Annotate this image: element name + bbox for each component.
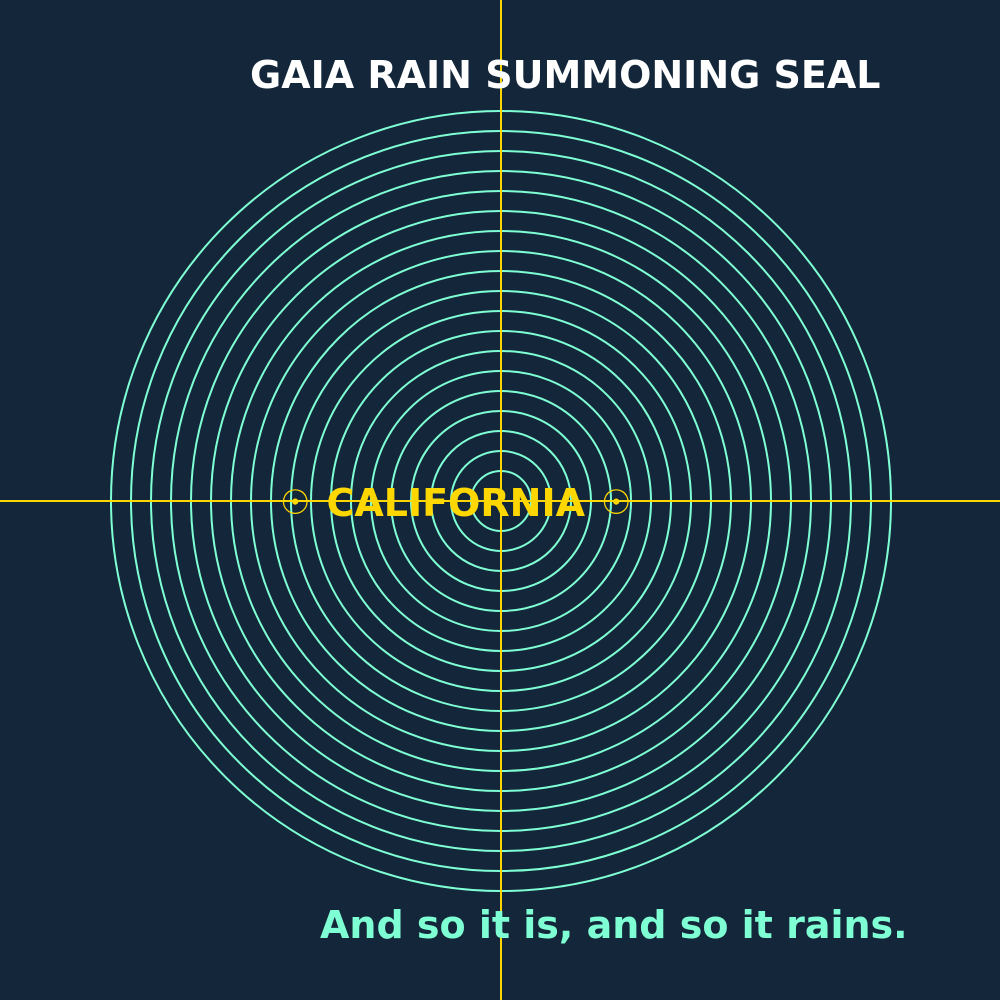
sun-symbol-icon: ☉ [280,483,311,523]
seal-canvas: GAIA RAIN SUMMONING SEAL ☉ CALIFORNIA ☉ … [0,0,1000,1000]
sun-symbol-icon: ☉ [601,483,632,523]
blessing-text: And so it is, and so it rains. [320,903,908,947]
center-label-row: ☉ CALIFORNIA ☉ [280,478,632,528]
center-label: CALIFORNIA [326,481,586,525]
seal-title: GAIA RAIN SUMMONING SEAL [250,53,881,97]
